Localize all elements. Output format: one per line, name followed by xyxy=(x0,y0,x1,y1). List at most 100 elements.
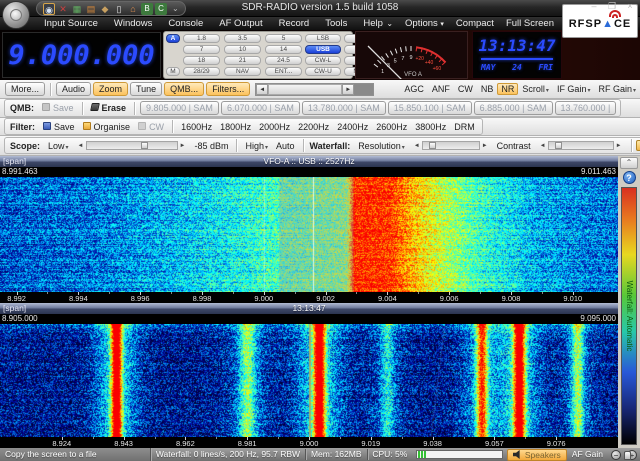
band-28-29-button[interactable]: 28/29 xyxy=(183,67,220,76)
full-screen-button[interactable]: Full Screen xyxy=(506,18,554,29)
nr-toggle[interactable]: NR xyxy=(497,83,518,95)
panel2-header[interactable]: [span] 13:13:47 xyxy=(0,303,618,314)
filter-2400hz-button[interactable]: 2400Hz xyxy=(333,122,372,132)
band-3.5-button[interactable]: 3.5 xyxy=(224,34,261,43)
band-18-button[interactable]: 18 xyxy=(183,56,220,65)
app-logo[interactable] xyxy=(2,1,30,29)
speakers-button[interactable]: Speakers xyxy=(507,449,567,461)
menu-windows[interactable]: Windows xyxy=(114,18,153,29)
filter-save-button[interactable]: Save xyxy=(39,122,79,132)
vfo-a-button[interactable]: A xyxy=(166,34,180,43)
audio-button[interactable]: Audio xyxy=(56,82,91,96)
qmb-memory-1[interactable]: 9.805.000 | SAM xyxy=(140,101,219,115)
zoom-button[interactable]: Zoom xyxy=(93,82,128,96)
nb-toggle[interactable]: NB xyxy=(477,84,498,94)
restore-button[interactable]: ❐ xyxy=(606,1,618,12)
band-24.5-button[interactable]: 24.5 xyxy=(265,56,302,65)
more-button[interactable]: More... xyxy=(5,82,45,96)
scope-low-slider[interactable]: ◄ ► xyxy=(76,141,188,150)
collapse-button[interactable]: ⌃ xyxy=(620,157,638,169)
af-gain-slider[interactable]: − + xyxy=(608,450,640,460)
band-10-button[interactable]: 10 xyxy=(224,45,261,54)
options-menu[interactable]: Options ▾ xyxy=(405,18,444,29)
qmb-memory-4[interactable]: 15.850.100 | SAM xyxy=(388,101,472,115)
panel1-header[interactable]: [span] VFO-A :: USB :: 2527Hz xyxy=(0,156,618,167)
mode-usb-button[interactable]: USB xyxy=(305,45,341,54)
menu-console[interactable]: Console xyxy=(168,18,203,29)
frequency-display[interactable]: 9.000.000 xyxy=(2,32,161,78)
band-21-button[interactable]: 21 xyxy=(224,56,261,65)
scroll-right-icon[interactable]: ► xyxy=(342,84,354,95)
resolution-slider[interactable]: ◄ ► xyxy=(412,141,490,150)
band-1.8-button[interactable]: 1.8 xyxy=(183,34,220,43)
band-7-button[interactable]: 7 xyxy=(183,45,220,54)
scrollbar-thumb[interactable] xyxy=(268,84,342,95)
rf-gain-menu[interactable]: RF Gain▾ xyxy=(594,84,640,94)
slider-left-icon[interactable]: ◄ xyxy=(538,143,548,149)
filter-1600hz-button[interactable]: 1600Hz xyxy=(177,122,216,132)
filter-organise-button[interactable]: Organise xyxy=(79,122,135,132)
wide-waterfall[interactable] xyxy=(0,324,618,437)
menu-help[interactable]: Help xyxy=(363,18,383,29)
mode-lsb-button[interactable]: LSB xyxy=(305,34,341,43)
mode-cwl-button[interactable]: CW-L xyxy=(305,56,341,65)
scope-auto-button[interactable]: Auto xyxy=(272,141,299,151)
mode-cwu-button[interactable]: CW-U xyxy=(305,67,341,76)
band-14-button[interactable]: 14 xyxy=(265,45,302,54)
nav-button[interactable]: NAV xyxy=(224,67,261,76)
qmb-memory-3[interactable]: 13.780.000 | SAM xyxy=(302,101,386,115)
qmb-erase-button[interactable]: Erase xyxy=(87,103,131,113)
slider-right-icon[interactable]: ► xyxy=(480,143,490,149)
qmb-memory-6[interactable]: 13.760.000 | xyxy=(555,101,617,115)
qmb-save-button[interactable]: Save xyxy=(38,103,78,113)
tuning-scrollbar[interactable]: ◄ ► xyxy=(255,83,374,96)
filter-3800hz-button[interactable]: 3800Hz xyxy=(411,122,450,132)
waterfall-palette-bar[interactable]: Waterfall: Automatic xyxy=(621,187,637,445)
help-button[interactable]: ? xyxy=(623,171,636,184)
filter-drm-button[interactable]: DRM xyxy=(450,122,479,132)
menu-tools[interactable]: Tools xyxy=(325,18,347,29)
volume-down-icon[interactable]: − xyxy=(611,450,621,460)
qmb-memory-5[interactable]: 6.885.000 | SAM xyxy=(474,101,553,115)
band-5-button[interactable]: 5 xyxy=(265,34,302,43)
menu-record[interactable]: Record xyxy=(279,18,310,29)
menu-input-source[interactable]: Input Source xyxy=(44,18,98,29)
minimize-button[interactable]: – xyxy=(588,1,600,12)
anf-toggle[interactable]: ANF xyxy=(428,84,454,94)
close-button[interactable]: × xyxy=(624,1,636,12)
volume-thumb[interactable] xyxy=(624,451,631,460)
slider-left-icon[interactable]: ◄ xyxy=(76,143,86,149)
scope-low-menu[interactable]: Low▾ xyxy=(44,141,73,151)
qmb-button[interactable]: QMB... xyxy=(164,82,204,96)
screenshot-icon[interactable] xyxy=(636,140,640,151)
filter-2000hz-button[interactable]: 2000Hz xyxy=(255,122,294,132)
slider-thumb[interactable] xyxy=(429,142,436,149)
compact-button[interactable]: Compact xyxy=(456,18,494,29)
vfo-waterfall[interactable] xyxy=(0,177,618,292)
menu-af-output[interactable]: AF Output xyxy=(219,18,262,29)
slider-thumb[interactable] xyxy=(555,142,562,149)
enter-button[interactable]: ENT... xyxy=(265,67,302,76)
qmb-memory-2[interactable]: 6.070.000 | SAM xyxy=(221,101,300,115)
scope-high-menu[interactable]: High▾ xyxy=(241,141,272,151)
slider-right-icon[interactable]: ► xyxy=(614,143,624,149)
slider-right-icon[interactable]: ► xyxy=(178,143,188,149)
agc-toggle[interactable]: AGC xyxy=(400,84,428,94)
slider-left-icon[interactable]: ◄ xyxy=(412,143,422,149)
filter-cw-button[interactable]: CW xyxy=(134,122,168,132)
cw-toggle[interactable]: CW xyxy=(454,84,477,94)
memory-button[interactable]: M xyxy=(166,67,180,76)
if-gain-menu[interactable]: IF Gain▾ xyxy=(553,84,595,94)
slider-thumb[interactable] xyxy=(141,142,148,149)
chevron-down-icon[interactable]: ⌄ xyxy=(386,19,393,28)
scroll-left-icon[interactable]: ◄ xyxy=(256,84,268,95)
tune-button[interactable]: Tune xyxy=(130,82,162,96)
filter-2600hz-button[interactable]: 2600Hz xyxy=(372,122,411,132)
contrast-slider[interactable]: ◄ ► xyxy=(538,141,624,150)
filter-2200hz-button[interactable]: 2200Hz xyxy=(294,122,333,132)
waterfall-resolution-menu[interactable]: Resolution▾ xyxy=(354,141,409,151)
filter-1800hz-button[interactable]: 1800Hz xyxy=(216,122,255,132)
filters-button[interactable]: Filters... xyxy=(206,82,250,96)
scroll-menu[interactable]: Scroll▾ xyxy=(518,84,553,94)
status-waterfall-info: Waterfall: 0 lines/s, 200 Hz, 95.7 RBW xyxy=(151,448,305,461)
